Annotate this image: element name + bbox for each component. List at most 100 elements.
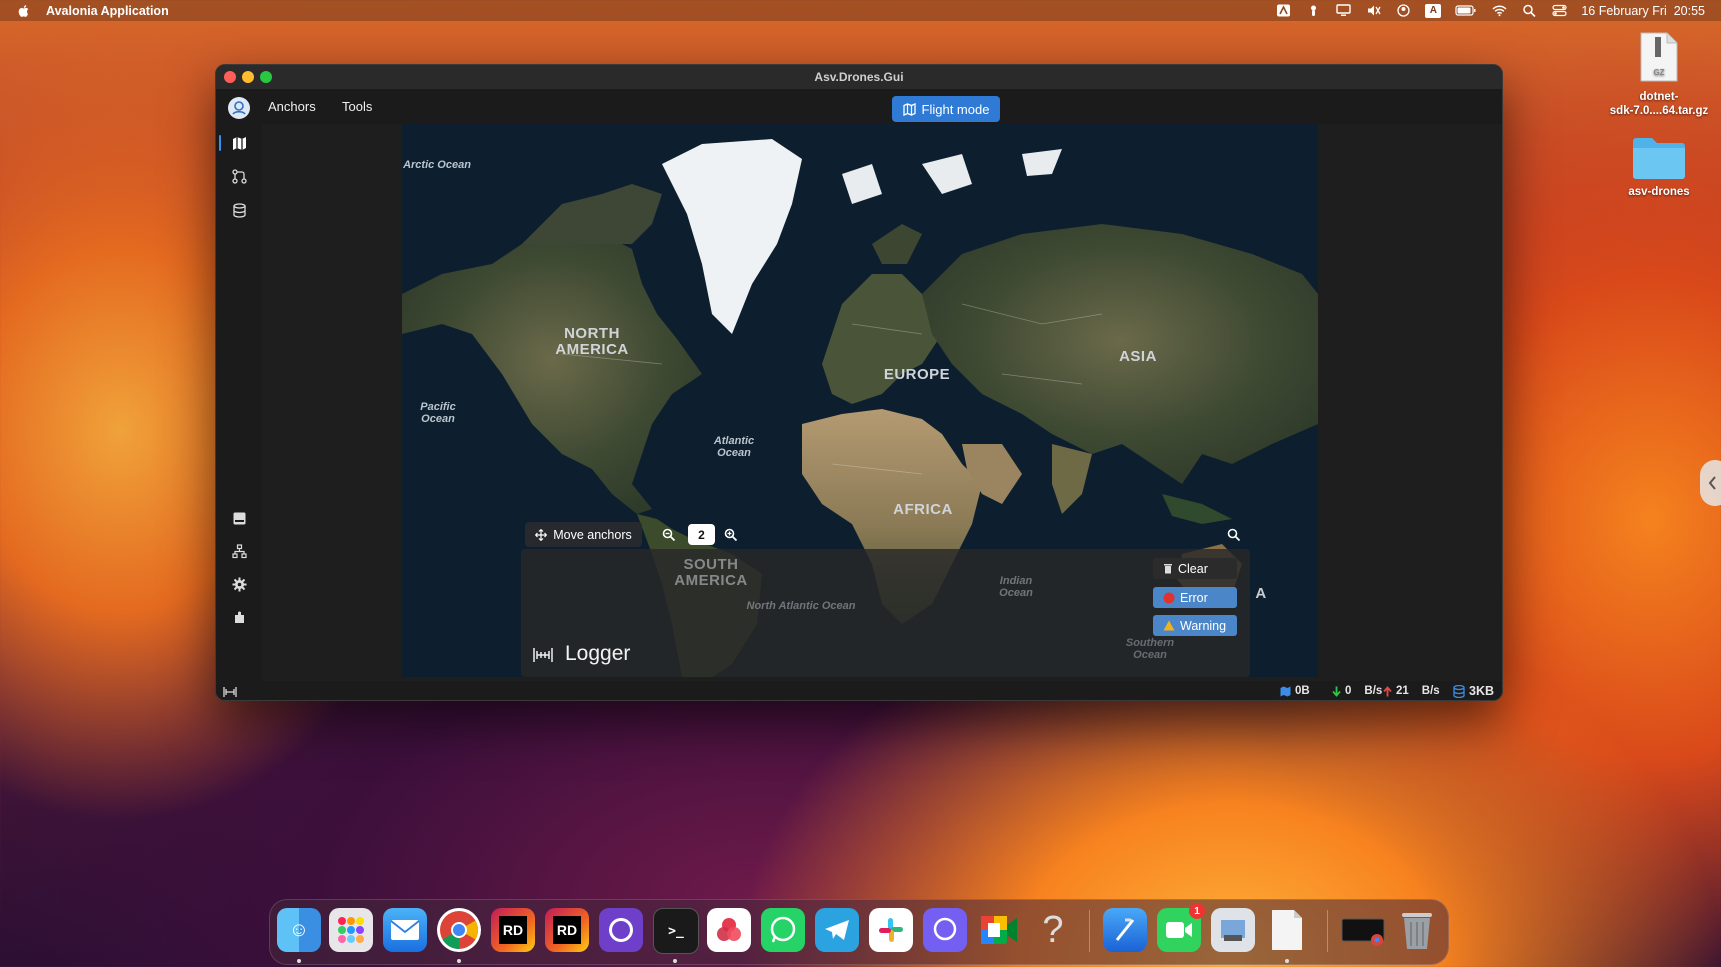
arrow-down-icon (1332, 686, 1341, 697)
side-panel-handle[interactable] (1700, 460, 1721, 506)
mail-icon[interactable] (383, 908, 427, 952)
map-label-indian-ocean: Indian Ocean (999, 575, 1033, 599)
archive-badge: GZ (1653, 68, 1664, 77)
flight-mode-button[interactable]: Flight mode (892, 96, 1000, 122)
logger-panel: SOUTH AMERICA North Atlantic Ocean India… (521, 549, 1250, 677)
viber-icon[interactable] (923, 908, 967, 952)
telegram-icon[interactable] (815, 908, 859, 952)
launchpad-icon[interactable] (329, 908, 373, 952)
terminal-icon[interactable]: >_ (653, 908, 699, 954)
document-icon[interactable] (1265, 908, 1309, 952)
logger-toggle-icon[interactable] (223, 686, 237, 698)
map-label-pacific-ocean: Pacific Ocean (420, 401, 456, 425)
slack-icon[interactable] (869, 908, 913, 952)
log-warning-label: Warning (1180, 618, 1227, 633)
active-nav-indicator (219, 135, 221, 151)
storage-status: 3KB (1453, 684, 1494, 698)
settings-icon[interactable] (231, 576, 247, 592)
cat-icon[interactable] (1305, 4, 1321, 18)
zoom-out-icon[interactable] (662, 528, 676, 542)
whatsapp-icon[interactable] (761, 908, 805, 952)
battery-icon[interactable] (1455, 4, 1477, 18)
google-meet-icon[interactable] (977, 908, 1021, 952)
dock-separator (1089, 910, 1090, 952)
map-label-africa: AFRICA (893, 501, 953, 518)
map-cache-status: 0B (1280, 685, 1310, 697)
running-indicator (673, 959, 677, 963)
status-bar: 0B 0 B/s 21 B/s 3KB (216, 681, 1502, 700)
map-label-atlantic-ocean: Atlantic Ocean (713, 435, 755, 459)
database-icon (1453, 684, 1465, 698)
menu-anchors[interactable]: Anchors (268, 99, 316, 114)
nav-sidebar (216, 124, 262, 681)
map-icon[interactable] (231, 135, 247, 151)
desktop-file-dotnet-sdk[interactable]: GZ dotnet- sdk-7.0....64.tar.gz (1603, 31, 1715, 118)
arrow-up-icon (1383, 685, 1392, 696)
map-label-north-america: NORTH AMERICA (555, 325, 629, 358)
database-icon[interactable] (231, 202, 247, 218)
finder-icon[interactable]: ☺ (277, 908, 321, 952)
facetime-icon[interactable]: 1 (1157, 903, 1205, 952)
spotlight-icon[interactable] (1521, 4, 1537, 18)
chrome-icon[interactable] (437, 908, 481, 952)
world-map[interactable]: Arctic Ocean NORTH AMERICA Pacific Ocean… (402, 124, 1318, 677)
app-logo-icon[interactable] (228, 97, 250, 119)
log-error-label: Error (1180, 590, 1208, 605)
log-error-filter[interactable]: Error (1153, 587, 1237, 608)
map-label-north-atlantic-ocean: North Atlantic Ocean (746, 600, 856, 612)
app-toolbar: Anchors Tools Flight mode (216, 89, 1502, 124)
map-label-asia: ASIA (1119, 348, 1157, 365)
warning-icon (1163, 620, 1175, 631)
map-label-australia-partial: A (1255, 585, 1267, 602)
map-label-south-america: SOUTH AMERICA (674, 556, 748, 589)
autodesk-icon[interactable] (1275, 4, 1291, 18)
menubar-clock[interactable]: 16 February Fri 20:55 (1581, 4, 1705, 18)
active-app-name[interactable]: Avalonia Application (46, 4, 169, 18)
move-anchors-button[interactable]: Move anchors (525, 522, 642, 547)
download-rate-unit: B/s (1364, 685, 1383, 697)
running-indicator (457, 959, 461, 963)
rider-icon[interactable]: RD (491, 908, 535, 952)
control-center-icon[interactable] (1551, 4, 1567, 18)
desktop-folder-asv-drones[interactable]: asv-drones (1615, 135, 1703, 198)
chrome-window-icon[interactable] (1341, 908, 1385, 952)
github-desktop-icon[interactable] (599, 908, 643, 952)
map-search-icon[interactable] (1227, 528, 1241, 542)
macos-menu-bar: Avalonia Application A 16 February Fri 2… (0, 0, 1721, 21)
wifi-icon[interactable] (1491, 4, 1507, 18)
folder-icon (1633, 138, 1685, 179)
user-icon[interactable] (1395, 4, 1411, 18)
right-panel (1318, 124, 1502, 681)
window-titlebar[interactable]: Asv.Drones.Gui (216, 65, 1502, 89)
trash-icon[interactable] (1395, 908, 1439, 952)
notification-badge: 1 (1189, 903, 1205, 919)
network-icon[interactable] (231, 543, 247, 559)
mute-icon[interactable] (1365, 4, 1381, 18)
storage-size: 3KB (1469, 684, 1495, 698)
download-rate-status: 0 B/s (1332, 685, 1382, 697)
plugins-icon[interactable] (231, 609, 247, 625)
affinity-icon[interactable] (707, 908, 751, 952)
dock-separator (1327, 910, 1328, 952)
move-icon (535, 528, 548, 541)
xcode-icon[interactable] (1103, 908, 1147, 952)
desktop-file-label: dotnet- sdk-7.0....64.tar.gz (1609, 91, 1709, 117)
apple-menu-icon[interactable] (17, 4, 31, 18)
app-window: Asv.Drones.Gui Anchors Tools Flight mode (215, 64, 1503, 701)
log-panel-icon[interactable] (231, 510, 247, 526)
preview-icon[interactable] (1211, 908, 1255, 952)
route-icon[interactable] (231, 168, 247, 184)
display-icon[interactable] (1335, 4, 1351, 18)
log-clear-button[interactable]: Clear (1153, 558, 1237, 579)
help-icon[interactable]: ? (1031, 908, 1075, 952)
menu-tools[interactable]: Tools (342, 99, 372, 114)
rider-icon[interactable]: RD (545, 908, 589, 952)
left-panel (262, 124, 398, 681)
keyboard-input-icon[interactable]: A (1425, 3, 1442, 18)
upload-rate-unit: B/s (1421, 685, 1440, 697)
log-warning-filter[interactable]: Warning (1153, 615, 1237, 636)
zoom-in-icon[interactable] (724, 528, 738, 542)
running-indicator (297, 959, 301, 963)
map-icon (1280, 686, 1291, 696)
map-label-arctic-ocean: Arctic Ocean (403, 159, 471, 171)
